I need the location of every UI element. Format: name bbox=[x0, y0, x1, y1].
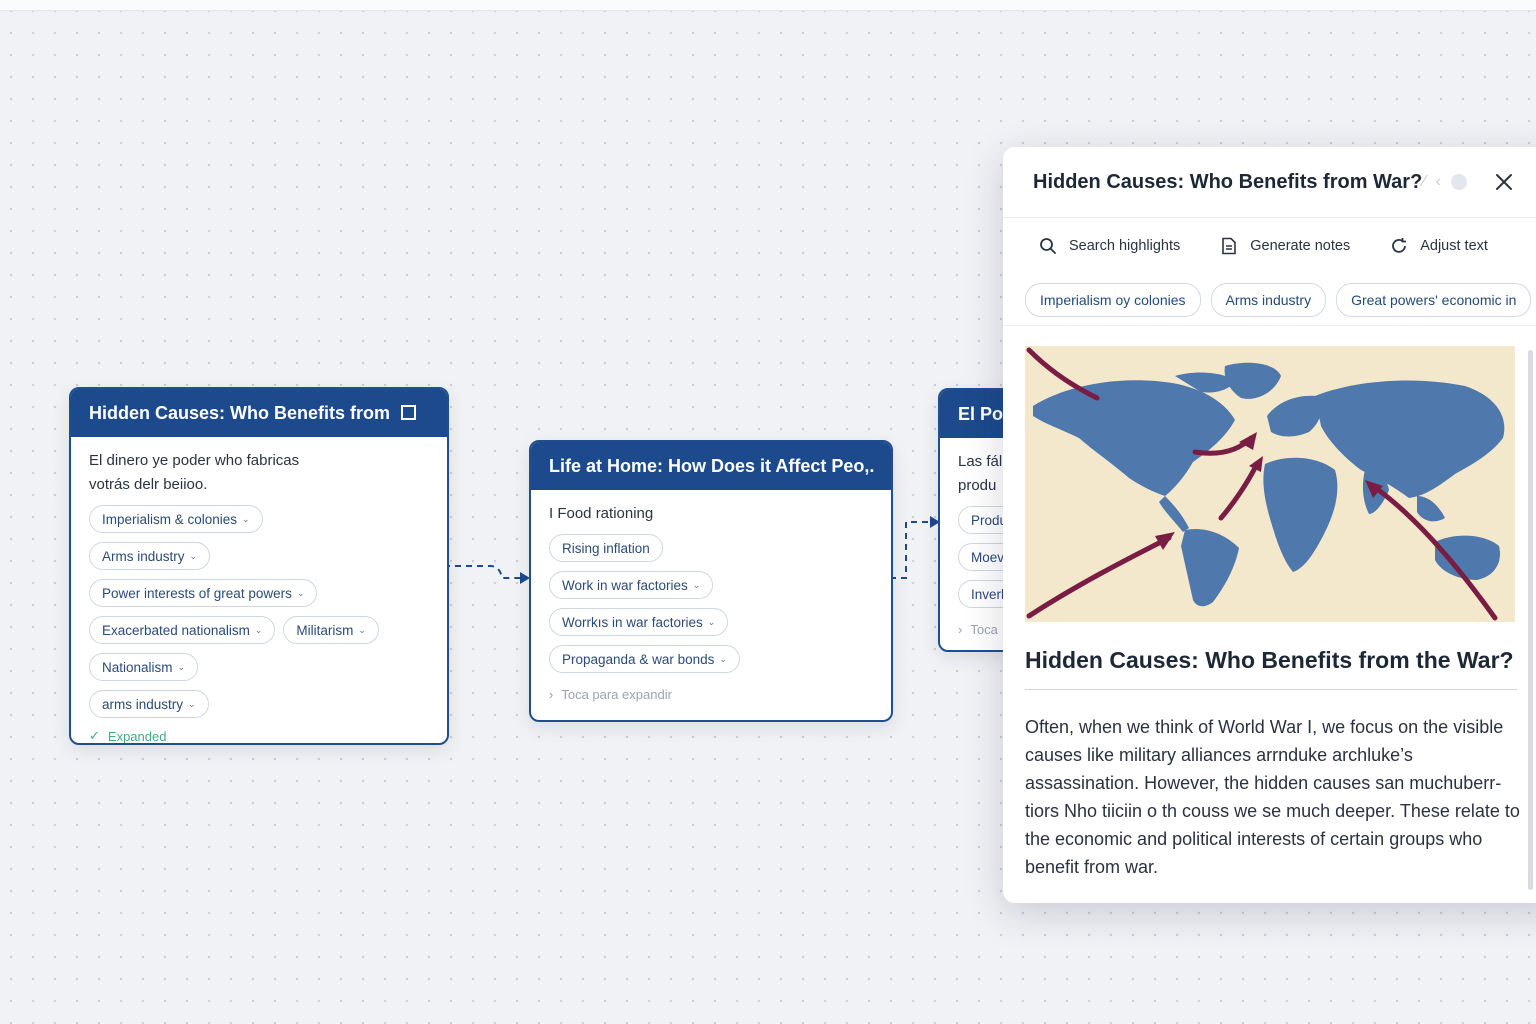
chevron-down-icon: ⌄ bbox=[358, 624, 366, 635]
edit-icon[interactable]: ⁄ bbox=[1423, 173, 1426, 191]
chevron-left-icon[interactable]: ‹ bbox=[1436, 173, 1441, 191]
chip-list: Imperialism & colonies ⌄ Arms industry ⌄ P… bbox=[89, 505, 429, 718]
chevron-right-icon: › bbox=[549, 687, 554, 702]
chevron-down-icon: ⌄ bbox=[719, 653, 727, 664]
chip-power-interests[interactable]: Power interests of great powers ⌄ bbox=[89, 579, 318, 607]
card-title: Life at Home: How Does it Affect Peo,. bbox=[531, 442, 891, 490]
panel-scrollbar[interactable] bbox=[1528, 350, 1533, 890]
expand-icon[interactable] bbox=[401, 405, 417, 420]
divider bbox=[1003, 325, 1536, 326]
chevron-down-icon: ⌄ bbox=[254, 624, 263, 635]
tag-arms-industry[interactable]: Arms industry bbox=[1210, 283, 1327, 317]
panel-toolbar: Search highlights Generate notes Adjust … bbox=[1039, 237, 1488, 255]
world-map-image bbox=[1025, 346, 1515, 622]
chip-arms-industry-2[interactable]: arms industry ⌄ bbox=[89, 690, 209, 718]
search-icon bbox=[1040, 238, 1056, 254]
tag-imperialism[interactable]: Imperialism oy colonies bbox=[1025, 283, 1201, 317]
card-life-at-home[interactable]: Life at Home: How Does it Affect Peo,. I… bbox=[529, 440, 893, 722]
chip-exacerbated-nationalism[interactable]: Exacerbated nationalism ⌄ bbox=[89, 616, 276, 644]
expand-hint-label: Toca bbox=[970, 622, 998, 637]
chevron-down-icon: ⌄ bbox=[189, 550, 198, 561]
panel-controls: ⁄ ‹ bbox=[1423, 173, 1467, 191]
panel-title: Hidden Causes: Who Benefits from War? bbox=[1033, 171, 1423, 193]
chip-nationalism[interactable]: Nationalism ⌄ bbox=[89, 653, 199, 681]
card-title-text: Hidden Causes: Who Benefits from bbox=[89, 403, 391, 423]
adjust-text-button[interactable]: Adjust text bbox=[1390, 237, 1488, 255]
expand-hint-label: Toca para expandir bbox=[561, 687, 672, 702]
chevron-down-icon: ⌄ bbox=[707, 616, 716, 627]
check-icon: ✓ bbox=[89, 728, 100, 743]
close-icon[interactable] bbox=[1495, 173, 1513, 191]
description-line: El dinero ye poder who fabricas bbox=[89, 452, 300, 469]
chevron-down-icon: ⌄ bbox=[188, 698, 196, 709]
chevron-down-icon: ⌄ bbox=[692, 579, 701, 590]
expanded-status: ✓ Expanded bbox=[89, 728, 429, 744]
divider bbox=[1025, 689, 1517, 690]
status-dot-icon bbox=[1451, 174, 1467, 190]
chip-propaganda[interactable]: Propaganda & war bonds ⌄ bbox=[549, 645, 740, 673]
tool-label: Adjust text bbox=[1420, 238, 1488, 254]
card-description: El dinero ye poder who fabricas votrás d… bbox=[89, 449, 429, 497]
chip-work-war-factories[interactable]: Work in war factories ⌄ bbox=[549, 571, 714, 599]
search-highlights-button[interactable]: Search highlights bbox=[1039, 237, 1180, 255]
card-description: I Food rationing bbox=[549, 505, 654, 522]
article-title: Hidden Causes: Who Benefits from the War… bbox=[1025, 647, 1514, 673]
chip-list: Rising inflation Work in war factories ⌄ … bbox=[549, 534, 873, 673]
chevron-down-icon: ⌄ bbox=[177, 661, 186, 672]
article-body: Often, when we think of World War I, we … bbox=[1025, 717, 1520, 877]
tool-label: Generate notes bbox=[1250, 238, 1351, 254]
tool-label: Search highlights bbox=[1069, 238, 1181, 254]
card-hidden-causes[interactable]: Hidden Causes: Who Benefits from El dine… bbox=[69, 387, 449, 745]
card-title: Hidden Causes: Who Benefits from bbox=[71, 389, 447, 437]
chip-workers-war-factories[interactable]: Worrkıs in war factories ⌄ bbox=[549, 608, 729, 636]
chip-arms-industry[interactable]: Arms industry ⌄ bbox=[89, 542, 211, 570]
divider bbox=[1003, 217, 1536, 218]
tag-great-powers[interactable]: Great powers' economic in bbox=[1336, 283, 1532, 317]
document-icon bbox=[1222, 237, 1237, 255]
detail-panel: Hidden Causes: Who Benefits from War? ⁄ … bbox=[1003, 147, 1536, 903]
generate-notes-button[interactable]: Generate notes bbox=[1220, 237, 1350, 255]
expand-hint[interactable]: › Toca para expandir bbox=[549, 687, 873, 702]
chevron-down-icon: ⌄ bbox=[296, 587, 305, 598]
refresh-icon bbox=[1392, 238, 1407, 253]
chevron-down-icon: ⌄ bbox=[242, 513, 250, 524]
panel-tags: Imperialism oy colonies Arms industry Gr… bbox=[1025, 283, 1532, 317]
chip-imperialism[interactable]: Imperialism & colonies ⌄ bbox=[89, 505, 263, 533]
chip-militarism[interactable]: Militarism ⌄ bbox=[283, 616, 379, 644]
description-line: votrás delr beiioo. bbox=[89, 476, 208, 493]
chevron-right-icon: › bbox=[958, 622, 963, 637]
chip-rising-inflation[interactable]: Rising inflation bbox=[549, 534, 663, 562]
expanded-label: Expanded bbox=[107, 728, 167, 744]
